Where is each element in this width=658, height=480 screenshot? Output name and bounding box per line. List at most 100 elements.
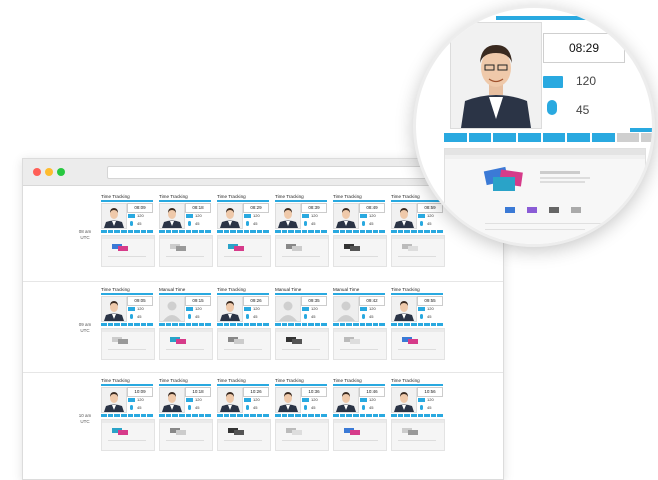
mouse-icon <box>246 221 249 226</box>
screenshot-thumbnail[interactable] <box>391 235 445 267</box>
activity-card[interactable]: Time Tracking 10:18 120 45 <box>159 378 213 458</box>
keyboard-icon <box>186 398 193 402</box>
keyboard-icon <box>186 307 193 311</box>
activity-card[interactable]: Manual Time 09:35 120 45 <box>275 287 329 367</box>
screenshot-thumbnail[interactable] <box>333 419 387 451</box>
click-count: 45 <box>195 221 200 226</box>
screenshot-thumbnail[interactable] <box>159 328 213 360</box>
activity-card[interactable]: Time Tracking 10:09 120 45 <box>101 378 155 458</box>
mouse-icon <box>188 314 191 319</box>
activity-card[interactable]: Time Tracking 10:56 120 45 <box>391 378 445 458</box>
keystroke-count: 120 <box>137 397 144 402</box>
mouse-icon <box>130 314 133 319</box>
click-count: 45 <box>576 103 590 117</box>
placeholder-avatar-icon <box>159 296 185 322</box>
activity-card[interactable]: Time Tracking 09:05 120 45 <box>101 287 155 367</box>
activity-card[interactable]: Manual Time 09:15 120 45 <box>159 287 213 367</box>
activity-segments <box>275 414 327 417</box>
activity-card[interactable]: Time Tracking 09:55 120 45 <box>391 287 445 367</box>
card-title-bar <box>101 200 153 202</box>
keyboard-icon <box>360 307 367 311</box>
keystroke-count: 120 <box>369 213 376 218</box>
hour-label: 08 am UTC <box>78 229 92 240</box>
activity-segments <box>159 323 211 326</box>
webcam-thumbnail <box>159 387 185 413</box>
screenshot-thumbnail[interactable] <box>217 328 271 360</box>
screenshot-thumbnail[interactable] <box>217 235 271 267</box>
activity-card[interactable]: Time Tracking 08:18 120 45 <box>159 194 213 274</box>
keystroke-count: 120 <box>137 213 144 218</box>
activity-card[interactable]: Manual Time 09:42 120 45 <box>333 287 387 367</box>
close-dot-icon[interactable] <box>33 168 41 176</box>
webcam-thumbnail <box>391 296 417 322</box>
screenshot-thumbnail[interactable] <box>275 328 329 360</box>
screenshot-thumbnail[interactable] <box>101 419 155 451</box>
activity-card[interactable]: Time Tracking 08:39 120 45 <box>275 194 329 274</box>
screenshot-thumbnail[interactable] <box>159 419 213 451</box>
webcam-photo <box>450 22 542 129</box>
card-clock: 10:09 <box>127 387 153 397</box>
click-count: 45 <box>311 405 316 410</box>
screenshot-thumbnail[interactable] <box>391 328 445 360</box>
card-clock: 08:29 <box>243 203 269 213</box>
activity-card[interactable]: Time Tracking 08:29 120 45 <box>217 194 271 274</box>
keystroke-count: 120 <box>195 213 202 218</box>
card-clock: 09:05 <box>127 296 153 306</box>
screenshot-thumbnail[interactable] <box>275 419 329 451</box>
screenshot-thumbnail[interactable] <box>101 235 155 267</box>
keyboard-icon <box>360 214 367 218</box>
mouse-icon <box>246 314 249 319</box>
activity-segments <box>217 414 269 417</box>
placeholder-avatar-icon <box>333 296 359 322</box>
click-count: 45 <box>427 314 432 319</box>
click-count: 45 <box>253 221 258 226</box>
minimize-dot-icon[interactable] <box>45 168 53 176</box>
activity-segments <box>275 323 327 326</box>
screenshot-thumbnail[interactable] <box>333 235 387 267</box>
webcam-thumbnail <box>333 203 359 229</box>
mouse-icon <box>188 405 191 410</box>
screenshot-thumbnail[interactable] <box>101 328 155 360</box>
activity-segment <box>468 133 492 142</box>
activity-card[interactable]: Time Tracking 08:49 120 45 <box>333 194 387 274</box>
keyboard-icon <box>128 214 135 218</box>
activity-segments <box>159 230 211 233</box>
mouse-icon <box>130 405 133 410</box>
screenshot-thumbnail[interactable] <box>391 419 445 451</box>
card-clock: 10:18 <box>185 387 211 397</box>
keystroke-count: 120 <box>369 397 376 402</box>
activity-card[interactable]: Time Tracking 10:26 120 45 <box>217 378 271 458</box>
card-clock: 10:26 <box>243 387 269 397</box>
screenshot-thumbnail[interactable] <box>159 235 213 267</box>
mouse-icon <box>362 405 365 410</box>
activity-card[interactable]: Time Tracking 08:59 120 45 <box>391 194 445 274</box>
screenshot-preview[interactable] <box>444 148 646 244</box>
click-count: 45 <box>253 314 258 319</box>
screenshot-thumbnail[interactable] <box>217 419 271 451</box>
keystroke-count: 120 <box>427 213 434 218</box>
card-title-bar <box>391 293 443 295</box>
mouse-icon <box>130 221 133 226</box>
activity-card[interactable]: Time Tracking 09:26 120 45 <box>217 287 271 367</box>
card-clock: 10:46 <box>359 387 385 397</box>
mouse-icon <box>304 314 307 319</box>
activity-card[interactable]: Time Tracking 10:46 120 45 <box>333 378 387 458</box>
keyboard-icon <box>418 214 425 218</box>
mouse-icon <box>362 314 365 319</box>
activity-segments <box>217 323 269 326</box>
keystroke-count: 120 <box>253 213 260 218</box>
screenshot-thumbnail[interactable] <box>275 235 329 267</box>
activity-card[interactable]: Time Tracking 10:36 120 45 <box>275 378 329 458</box>
keystroke-count: 120 <box>311 306 318 311</box>
activity-segments <box>101 414 153 417</box>
activity-bar-right <box>630 128 652 132</box>
keystroke-count: 120 <box>195 397 202 402</box>
maximize-dot-icon[interactable] <box>57 168 65 176</box>
keyboard-icon <box>128 398 135 402</box>
screenshot-thumbnail[interactable] <box>333 328 387 360</box>
activity-segments <box>101 323 153 326</box>
activity-card[interactable]: Time Tracking 08:09 120 45 <box>101 194 155 274</box>
magnifier-clock: 08:29 <box>543 33 625 63</box>
click-count: 45 <box>137 221 142 226</box>
row-separator <box>23 372 503 373</box>
